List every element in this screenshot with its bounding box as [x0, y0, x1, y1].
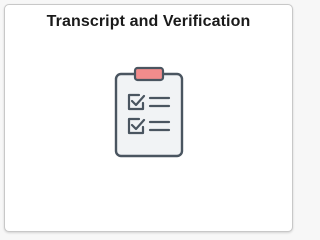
clipboard-checklist-icon	[109, 65, 189, 161]
tile-title: Transcript and Verification	[46, 13, 251, 30]
transcript-verification-tile[interactable]: Transcript and Verification	[4, 4, 293, 232]
